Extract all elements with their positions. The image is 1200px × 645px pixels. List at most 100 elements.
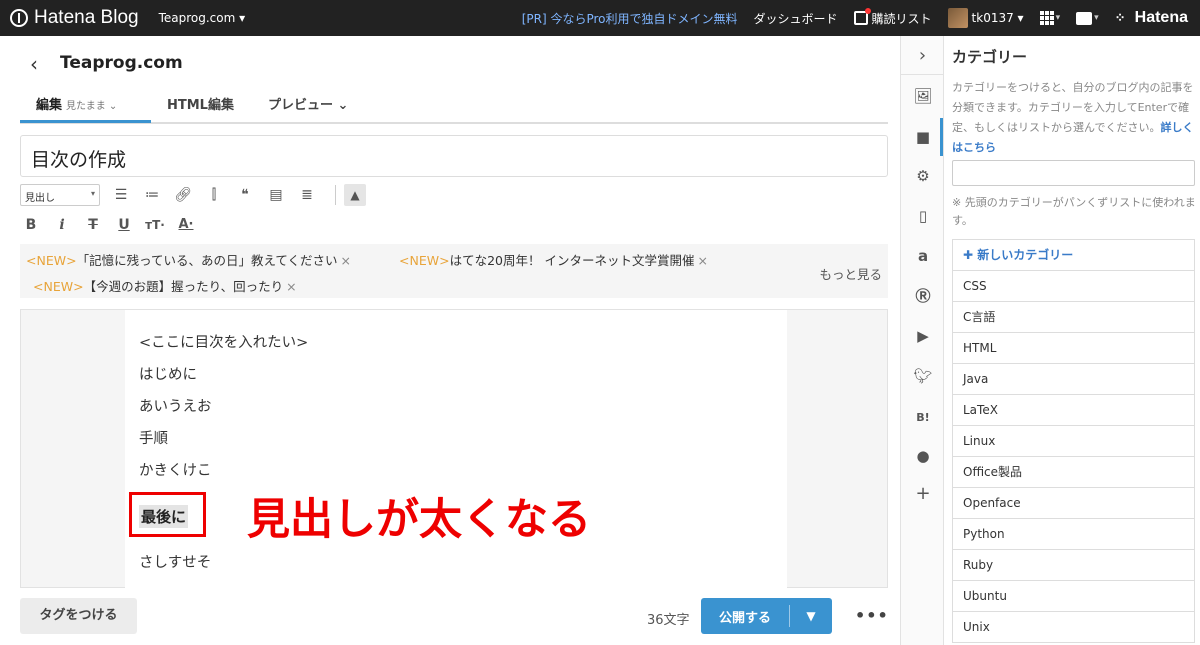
blog-title[interactable]: Teaprog.com xyxy=(60,53,183,73)
annotation-text: 見出しが太くなる xyxy=(247,495,591,545)
news-item[interactable]: <NEW>「記憶に残っている、あの日」教えてください × xyxy=(26,250,351,269)
strikethrough-icon[interactable]: T xyxy=(82,214,104,236)
quote-icon[interactable]: ❝ xyxy=(234,184,256,206)
news-text: 【今週のお題】握ったり、回ったり xyxy=(83,279,284,294)
publish-button-group: 公開する ▼ xyxy=(701,598,832,634)
document-icon[interactable]: ▯ xyxy=(913,206,933,226)
toolbar-divider xyxy=(335,185,336,205)
category-item[interactable]: Java xyxy=(953,364,1194,395)
numbered-list-icon[interactable]: ≔ xyxy=(141,184,163,206)
category-item[interactable]: CSS xyxy=(953,271,1194,302)
text-color-icon[interactable]: A· xyxy=(175,214,197,236)
link-icon[interactable]: 🔗︎ xyxy=(172,184,194,206)
amazon-icon[interactable]: a xyxy=(913,246,933,266)
tab-wysiwyg[interactable]: 編集 見たまま ⌄ xyxy=(36,94,117,113)
news-text: はてな20周年！ インターネット文学賞開催 xyxy=(449,253,695,268)
toc-icon[interactable]: ≣ xyxy=(296,184,318,206)
tab-mode: 見たまま ⌄ xyxy=(66,101,118,112)
more-break-icon[interactable]: ⫿ xyxy=(203,184,225,206)
plus-icon[interactable]: + xyxy=(913,484,933,504)
font-size-icon[interactable]: тT· xyxy=(144,214,166,236)
notifications-menu[interactable]: ▾ xyxy=(1076,11,1099,25)
publish-button[interactable]: 公開する xyxy=(701,607,789,626)
tab-active-indicator xyxy=(20,120,151,123)
tab-label: 編集 xyxy=(36,98,63,113)
category-item[interactable]: Ruby xyxy=(953,550,1194,581)
reader-link[interactable]: 購読リスト xyxy=(853,8,932,27)
youtube-icon[interactable]: ▶ xyxy=(913,326,933,346)
body-line: あいうえお xyxy=(139,399,212,415)
category-input[interactable] xyxy=(952,160,1195,186)
twitter-icon[interactable]: 🐦︎ xyxy=(913,366,933,386)
hatena-brand-link[interactable]: ⁘ Hatena xyxy=(1115,9,1188,27)
chevron-down-icon: ▾ xyxy=(1055,13,1061,23)
back-icon[interactable]: ‹ xyxy=(30,52,38,76)
body-line: 手順 xyxy=(139,431,168,447)
collapse-toolbar-icon[interactable]: ▲ xyxy=(344,184,366,206)
category-item[interactable]: Python xyxy=(953,519,1194,550)
news-item[interactable]: <NEW>【今週のお題】握ったり、回ったり × xyxy=(33,276,297,295)
folder-icon[interactable]: ■ xyxy=(913,127,933,147)
news-more-link[interactable]: もっと見る xyxy=(819,264,882,283)
new-tag: <NEW> xyxy=(399,253,450,268)
global-nav: Hatena Blog Teaprog.com ▾ [PR] 今ならPro利用で… xyxy=(0,0,1200,36)
category-item[interactable]: HTML xyxy=(953,333,1194,364)
editor-area[interactable]: <ここに目次を入れたい> はじめに あいうえお 手順 かきくけこ 最後に 見出し… xyxy=(20,309,888,589)
underline-icon[interactable]: U xyxy=(113,214,135,236)
close-icon[interactable]: × xyxy=(286,279,296,294)
italic-icon[interactable]: i xyxy=(51,214,73,236)
photo-icon[interactable]: 🖼︎ xyxy=(913,86,933,106)
bold-icon[interactable]: B xyxy=(20,214,42,236)
pr-link[interactable]: [PR] 今ならPro利用で独自ドメイン無料 xyxy=(522,10,738,27)
heading-select[interactable]: 見出し xyxy=(20,184,100,206)
category-panel: カテゴリー カテゴリーをつけると、自分のブログ内の記事を分類できます。カテゴリー… xyxy=(945,36,1200,645)
category-item[interactable]: Unix xyxy=(953,612,1194,643)
rakuten-icon[interactable]: Ⓡ xyxy=(913,286,933,306)
active-tool-indicator xyxy=(940,118,943,156)
category-item[interactable]: C言語 xyxy=(953,302,1194,333)
gear-icon[interactable]: ⚙ xyxy=(913,166,933,186)
category-item[interactable]: Office製品 xyxy=(953,457,1194,488)
dashboard-link[interactable]: ダッシュボード xyxy=(754,10,838,27)
bullet-list-icon[interactable]: ☰ xyxy=(110,184,132,206)
format-toolbar: 見出し ☰ ≔ 🔗︎ ⫿ ❝ ▤ ≣ ▲ xyxy=(20,184,375,206)
chevron-down-icon: ▾ xyxy=(1094,13,1099,23)
breadcrumb-note: ※ 先頭のカテゴリーがパンくずリストに使われます。 xyxy=(952,196,1196,227)
body-line: さしすせそ xyxy=(139,555,212,571)
body-line: かきくけこ xyxy=(139,463,212,479)
category-item[interactable]: Openface xyxy=(953,488,1194,519)
brand-text: Hatena xyxy=(1134,9,1188,26)
apps-menu[interactable]: ▾ xyxy=(1039,11,1061,25)
table-icon[interactable]: ▤ xyxy=(265,184,287,206)
close-icon[interactable]: × xyxy=(340,253,350,268)
close-icon[interactable]: × xyxy=(697,253,707,268)
description-text: カテゴリーをつけると、自分のブログ内の記事を分類できます。カテゴリーを入力してE… xyxy=(952,81,1194,134)
news-bar: <NEW>「記憶に残っている、あの日」教えてください × <NEW>はてな20周年… xyxy=(20,244,888,298)
github-icon[interactable]: ● xyxy=(913,446,933,466)
add-tag-button[interactable]: タグをつける xyxy=(20,598,137,634)
chevron-down-icon[interactable]: ▼ xyxy=(790,609,832,623)
body-line: はじめに xyxy=(139,367,197,383)
collapse-panel-icon[interactable]: › xyxy=(901,36,944,75)
editor-tabs: 編集 見たまま ⌄ HTML編集 プレビュー ⌄ xyxy=(20,88,888,124)
more-options-icon[interactable]: ••• xyxy=(855,606,889,625)
tab-preview[interactable]: プレビュー ⌄ xyxy=(268,94,348,113)
tab-html[interactable]: HTML編集 xyxy=(167,94,234,113)
hatena-blog-logo[interactable]: Hatena Blog xyxy=(10,7,139,29)
blog-selector[interactable]: Teaprog.com ▾ xyxy=(159,11,246,25)
user-menu[interactable]: tk0137 ▾ xyxy=(947,8,1024,28)
reader-label: 購読リスト xyxy=(871,11,932,26)
new-tag: <NEW> xyxy=(33,279,84,294)
new-category-button[interactable]: ✚ 新しいカテゴリー xyxy=(953,240,1194,271)
reader-icon xyxy=(853,8,871,25)
news-text: 「記憶に残っている、あの日」教えてください xyxy=(76,253,338,268)
new-tag: <NEW> xyxy=(26,253,77,268)
avatar xyxy=(947,8,968,28)
category-list: ✚ 新しいカテゴリー CSS C言語 HTML Java LaTeX Linux… xyxy=(952,239,1195,643)
entry-title-input[interactable]: 目次の作成 xyxy=(20,135,888,177)
category-item[interactable]: Ubuntu xyxy=(953,581,1194,612)
news-item[interactable]: <NEW>はてな20周年！ インターネット文学賞開催 × xyxy=(399,250,708,269)
hatena-bookmark-icon[interactable]: B! xyxy=(913,408,933,428)
category-item[interactable]: Linux xyxy=(953,426,1194,457)
category-item[interactable]: LaTeX xyxy=(953,395,1194,426)
